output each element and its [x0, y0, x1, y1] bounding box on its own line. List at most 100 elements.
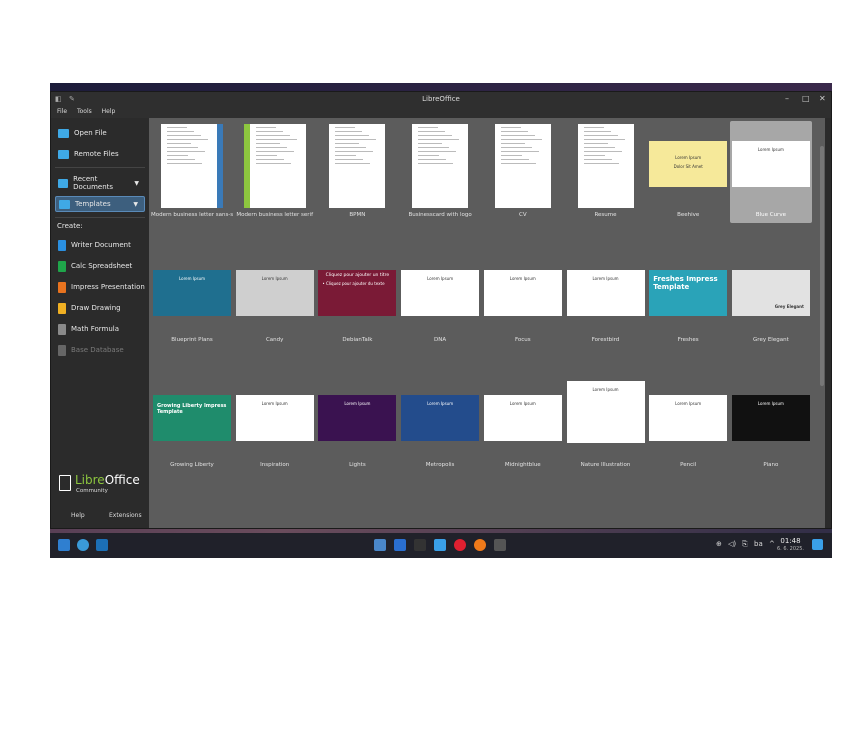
template-thumbnail: Lorem Ipsum [731, 395, 810, 441]
template-blue-curve[interactable]: Lorem Ipsum Blue Curve [729, 121, 812, 223]
template-forestbird[interactable]: Lorem Ipsum Forestbird [565, 246, 647, 348]
updates-icon[interactable]: ⊕ [716, 540, 722, 548]
open-file-button[interactable]: Open File [55, 125, 145, 141]
template-piano[interactable]: Lorem Ipsum Piano [730, 371, 812, 473]
template-thumbnail: Lorem Ipsum [235, 270, 314, 316]
template-label: Midnightblue [504, 462, 541, 468]
template-resume[interactable]: Resume [565, 121, 647, 223]
create-impress-presentation[interactable]: Impress Presentation [55, 279, 145, 295]
create-item-label: Base Database [71, 346, 124, 354]
system-monitor-icon[interactable] [434, 539, 446, 551]
impress-icon [58, 281, 66, 293]
template-thumbnail: Growing Liberty Impress Template [153, 395, 231, 441]
libreoffice-task-icon[interactable] [494, 539, 506, 551]
minimize-button[interactable]: – [785, 94, 789, 103]
chevron-down-icon[interactable]: ▼ [134, 180, 139, 187]
menu-file[interactable]: File [57, 108, 67, 115]
media-player-icon[interactable] [454, 539, 466, 551]
template-inspiration[interactable]: Lorem Ipsum Inspiration [234, 371, 316, 473]
thumb-title: Cliquez pour ajouter un titre [325, 273, 390, 278]
recent-documents-button[interactable]: Recent Documents ▼ [55, 175, 145, 191]
math-icon [58, 323, 66, 335]
thumb-title: Lorem Ipsum [509, 276, 536, 281]
menu-help[interactable]: Help [102, 108, 116, 115]
template-grey-elegant[interactable]: Grey Elegant Grey Elegant [730, 246, 812, 348]
chevron-down-icon[interactable]: ▼ [133, 201, 138, 208]
thumb-title: Lorem Ipsum [592, 276, 619, 281]
close-button[interactable]: ✕ [819, 94, 826, 103]
clock[interactable]: 01:48 6. 6. 2025. [777, 537, 804, 553]
create-math-formula[interactable]: Math Formula [55, 321, 145, 337]
thumb-title: Lorem Ipsum [427, 401, 454, 406]
remote-files-button[interactable]: Remote Files [55, 146, 145, 162]
vertical-scrollbar[interactable] [820, 146, 824, 386]
settings-icon[interactable] [77, 539, 89, 551]
templates-folder-icon [59, 199, 70, 209]
template-label: Blue Curve [755, 212, 786, 218]
show-desktop-icon[interactable] [812, 539, 823, 550]
clock-time: 01:48 [780, 537, 801, 545]
create-draw-drawing[interactable]: Draw Drawing [55, 300, 145, 316]
terminal-icon[interactable] [414, 539, 426, 551]
logo-libre: Libre [75, 473, 105, 487]
taskbar: ⊕ ◁) ⎘ ba ^ 01:48 6. 6. 2025. [50, 533, 832, 558]
template-candy[interactable]: Lorem Ipsum Candy [234, 246, 316, 348]
template-modern-business-letter-serif[interactable]: Modern business letter serif [234, 121, 316, 223]
file-manager-icon[interactable] [374, 539, 386, 551]
app-launcher-icon[interactable] [58, 539, 70, 551]
menu-tools[interactable]: Tools [77, 108, 92, 115]
template-businesscard-with-logo[interactable]: Businesscard with logo [399, 121, 481, 223]
discover-icon[interactable] [96, 539, 108, 551]
store-icon[interactable] [394, 539, 406, 551]
template-dna[interactable]: Lorem Ipsum DNA [399, 246, 481, 348]
template-modern-business-letter-sans-serif[interactable]: Modern business letter sans-serif [151, 121, 233, 223]
template-thumbnail: Lorem Ipsum [566, 270, 645, 316]
template-freshes[interactable]: Freshes Impress Template Freshes [647, 246, 729, 348]
thumb-title: Grey Elegant [774, 304, 804, 309]
maximize-button[interactable]: □ [802, 94, 810, 103]
create-item-label: Math Formula [71, 325, 120, 333]
create-base-database[interactable]: Base Database [55, 342, 145, 358]
template-lights[interactable]: Lorem Ipsum Lights [316, 371, 398, 473]
firefox-icon[interactable] [474, 539, 486, 551]
template-nature-illustration[interactable]: Lorem Ipsum Nature Illustration [565, 371, 647, 473]
create-calc-spreadsheet[interactable]: Calc Spreadsheet [55, 258, 145, 274]
template-blueprint-plans[interactable]: Lorem Ipsum Blueprint Plans [151, 246, 233, 348]
template-focus[interactable]: Lorem Ipsum Focus [482, 246, 564, 348]
chevron-up-icon[interactable]: ^ [769, 540, 775, 548]
template-label: Businesscard with logo [408, 212, 472, 218]
template-growing-liberty[interactable]: Growing Liberty Impress Template Growing … [151, 371, 233, 473]
folder-icon [58, 128, 69, 138]
template-bpmn[interactable]: BPMN [316, 121, 398, 223]
keyboard-layout[interactable]: ba [754, 540, 763, 548]
template-pencil[interactable]: Lorem Ipsum Pencil [647, 371, 729, 473]
template-thumbnail: Grey Elegant [731, 270, 810, 316]
help-button[interactable]: Help [71, 512, 85, 519]
template-thumbnail [494, 124, 551, 208]
template-label: Freshes [677, 337, 699, 343]
template-metropolis[interactable]: Lorem Ipsum Metropolis [399, 371, 481, 473]
template-thumbnail: Lorem Ipsum [153, 270, 231, 316]
extensions-button[interactable]: Extensions [109, 512, 142, 519]
draw-icon [58, 302, 66, 314]
clipboard-icon[interactable]: ⎘ [742, 540, 748, 549]
recent-documents-label: Recent Documents [73, 175, 114, 191]
divider [55, 217, 145, 218]
templates-button[interactable]: Templates ▼ [55, 196, 145, 212]
template-thumbnail: Lorem Ipsum [483, 270, 562, 316]
template-debiantalk[interactable]: Cliquez pour ajouter un titre • Cliquez p… [316, 246, 398, 348]
template-cv[interactable]: CV [482, 121, 564, 223]
create-item-label: Calc Spreadsheet [71, 262, 133, 270]
create-item-label: Writer Document [71, 241, 131, 249]
volume-icon[interactable]: ◁) [728, 540, 736, 548]
template-thumbnail [243, 124, 306, 208]
template-thumbnail: Lorem Ipsum [401, 395, 480, 441]
template-beehive[interactable]: Lorem Ipsum Dolor Sit Amet Beehive [647, 121, 729, 223]
window-title: LibreOffice [422, 95, 460, 103]
create-item-label: Draw Drawing [71, 304, 121, 312]
writer-icon [58, 239, 66, 251]
create-writer-document[interactable]: Writer Document [55, 237, 145, 253]
template-label: Modern business letter serif [236, 212, 314, 218]
template-midnightblue[interactable]: Lorem Ipsum Midnightblue [482, 371, 564, 473]
thumb-title: Growing Liberty Impress Template [157, 403, 227, 415]
